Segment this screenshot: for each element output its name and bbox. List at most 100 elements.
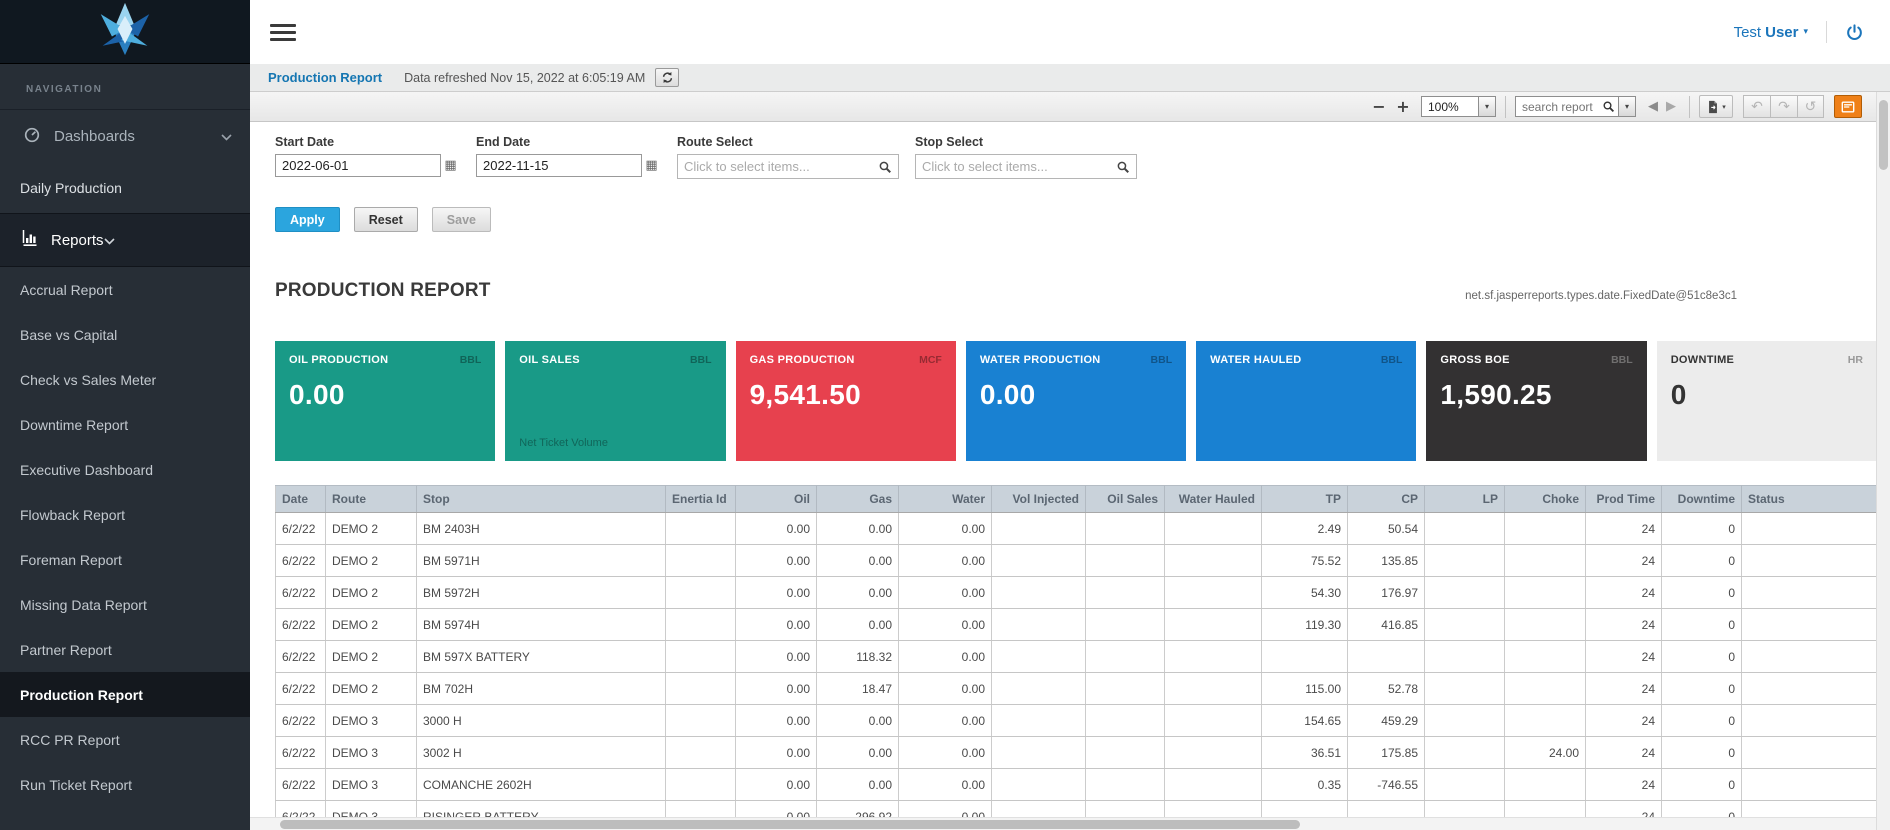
kpi-card: OIL PRODUCTION BBL 0.00 [275, 341, 495, 461]
header-divider [1826, 21, 1827, 43]
previous-page-button[interactable]: ◀ [1648, 99, 1658, 114]
sidebar-item-check-vs-sales-meter[interactable]: Check vs Sales Meter [0, 357, 250, 402]
sidebar-item-dashboards[interactable]: Dashboards [0, 109, 250, 163]
cell-choke [1505, 513, 1586, 545]
cell-route: DEMO 2 [326, 609, 417, 641]
sidebar-item-run-ticket-report[interactable]: Run Ticket Report [0, 762, 250, 807]
cell-vol-injected [992, 737, 1086, 769]
breadcrumb-title[interactable]: Production Report [268, 70, 382, 85]
cell-gas: 0.00 [817, 769, 899, 801]
user-menu[interactable]: Test User ▾ [1734, 24, 1808, 41]
route-select-input[interactable] [678, 159, 872, 174]
end-date-field[interactable] [476, 154, 642, 177]
cell-prod-time: 24 [1586, 513, 1662, 545]
cell-gas: 0.00 [817, 577, 899, 609]
kpi-card: GROSS BOE BBL 1,590.25 [1426, 341, 1646, 461]
cell-cp: 459.29 [1348, 705, 1425, 737]
export-button[interactable]: ▾ [1699, 95, 1733, 118]
cell-lp [1425, 705, 1505, 737]
kpi-card-title: OIL PRODUCTION [289, 354, 388, 366]
cell-vol-injected [992, 545, 1086, 577]
cell-gas: 118.32 [817, 641, 899, 673]
cell-status [1742, 641, 1878, 673]
cell-vol-injected [992, 609, 1086, 641]
horizontal-scrollbar-thumb[interactable] [280, 820, 1300, 829]
column-header-oil: Oil [736, 486, 817, 513]
cell-stop: BM 2403H [417, 513, 666, 545]
zoom-in-button[interactable]: + [1391, 95, 1415, 118]
stop-select-input[interactable] [916, 159, 1110, 174]
breadcrumb: Production Report Data refreshed Nov 15,… [250, 64, 1890, 92]
sidebar-item-reports[interactable]: Reports [0, 213, 250, 267]
cell-prod-time: 24 [1586, 769, 1662, 801]
power-icon[interactable] [1845, 23, 1864, 42]
chevron-down-icon: ▾ [1803, 27, 1808, 37]
search-icon[interactable] [872, 160, 898, 174]
cell-stop: COMANCHE 2602H [417, 769, 666, 801]
sidebar-item-production-report[interactable]: Production Report [0, 672, 250, 717]
table-row: 6/2/22DEMO 2BM 5972H0.000.000.0054.30176… [276, 577, 1878, 609]
sidebar-item-base-vs-capital[interactable]: Base vs Capital [0, 312, 250, 357]
undo-icon[interactable]: ↶ [1743, 95, 1770, 118]
sidebar-item-executive-dashboard[interactable]: Executive Dashboard [0, 447, 250, 492]
cell-oil-sales [1086, 769, 1165, 801]
undo-all-icon[interactable]: ↺ [1797, 95, 1824, 118]
apply-button[interactable]: Apply [275, 207, 340, 232]
next-page-button[interactable]: ▶ [1666, 99, 1676, 114]
report-title-row: PRODUCTION REPORT net.sf.jasperreports.t… [275, 280, 1890, 302]
cell-gas: 18.47 [817, 673, 899, 705]
table-row: 6/2/22DEMO 2BM 2403H0.000.000.002.4950.5… [276, 513, 1878, 545]
cell-route: DEMO 2 [326, 577, 417, 609]
sidebar-item-rcc-pr-report[interactable]: RCC PR Report [0, 717, 250, 762]
kpi-card-title: OIL SALES [519, 354, 580, 366]
cell-lp [1425, 769, 1505, 801]
sidebar-item-flowback-report[interactable]: Flowback Report [0, 492, 250, 537]
cell-cp: 52.78 [1348, 673, 1425, 705]
route-select-group: Route Select [677, 135, 899, 179]
cell-vol-injected [992, 673, 1086, 705]
refresh-button[interactable] [655, 68, 679, 87]
calendar-icon[interactable]: ▦ [441, 154, 460, 177]
cell-tp: 0.35 [1262, 769, 1348, 801]
table-row: 6/2/22DEMO 33000 H0.000.000.00154.65459.… [276, 705, 1878, 737]
cell-status [1742, 769, 1878, 801]
search-icon[interactable] [1110, 160, 1136, 174]
cell-oil: 0.00 [736, 577, 817, 609]
sidebar-item-downtime-report[interactable]: Downtime Report [0, 402, 250, 447]
search-report-input[interactable] [1516, 100, 1598, 114]
cell-prod-time: 24 [1586, 545, 1662, 577]
cell-enertia-id [666, 769, 736, 801]
toggle-input-controls-button[interactable] [1834, 95, 1862, 118]
report-toolbar: − + 100% ▾ ▾ ◀ ▶ ▾ [250, 92, 1890, 122]
calendar-icon[interactable]: ▦ [642, 154, 661, 177]
cell-water-hauled [1165, 577, 1262, 609]
cell-choke [1505, 705, 1586, 737]
cell-downtime: 0 [1662, 609, 1742, 641]
sidebar-item-label: Dashboards [54, 128, 135, 145]
company-logo-icon [94, 1, 156, 62]
main-area: Test User ▾ Production Report Data refre… [250, 0, 1890, 830]
start-date-field[interactable] [275, 154, 441, 177]
cell-oil-sales [1086, 577, 1165, 609]
kpi-card-title: DOWNTIME [1671, 354, 1735, 366]
sidebar-item-partner-report[interactable]: Partner Report [0, 627, 250, 672]
search-options-dropdown-button[interactable]: ▾ [1619, 96, 1636, 117]
cell-choke [1505, 609, 1586, 641]
zoom-level-value[interactable]: 100% [1421, 96, 1479, 117]
reset-button[interactable]: Reset [354, 207, 418, 232]
zoom-out-button[interactable]: − [1367, 95, 1391, 118]
search-icon[interactable] [1598, 97, 1618, 116]
redo-icon[interactable]: ↷ [1770, 95, 1797, 118]
sidebar-item-foreman-report[interactable]: Foreman Report [0, 537, 250, 582]
sidebar-item-accrual-report[interactable]: Accrual Report [0, 267, 250, 312]
save-button[interactable]: Save [432, 207, 491, 232]
zoom-dropdown-button[interactable]: ▾ [1479, 96, 1496, 117]
cell-water: 0.00 [899, 737, 992, 769]
vertical-scrollbar-thumb[interactable] [1879, 100, 1888, 170]
cell-choke [1505, 673, 1586, 705]
hamburger-menu-icon[interactable] [270, 20, 296, 45]
filter-actions: Apply Reset Save [275, 207, 1890, 232]
cell-tp: 54.30 [1262, 577, 1348, 609]
sidebar-item-missing-data-report[interactable]: Missing Data Report [0, 582, 250, 627]
sidebar-item-daily-production[interactable]: Daily Production [0, 163, 250, 213]
